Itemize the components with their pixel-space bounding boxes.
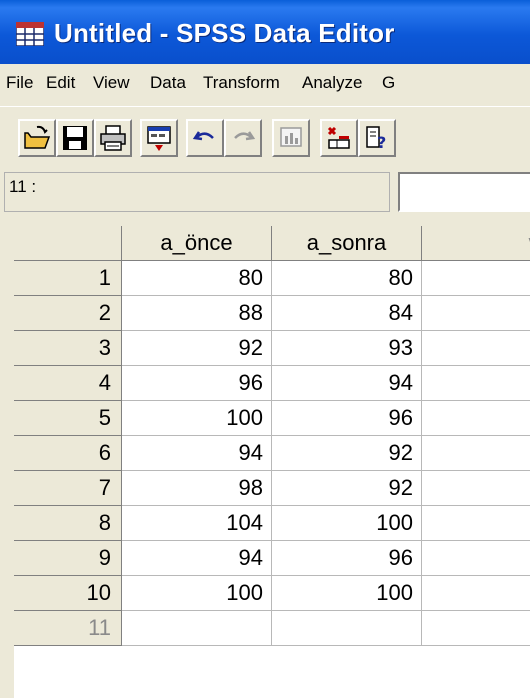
table-cell[interactable]: 96 bbox=[272, 541, 422, 576]
row-header[interactable]: 2 bbox=[14, 296, 122, 331]
insert-cases-button[interactable] bbox=[320, 119, 358, 157]
table-cell[interactable]: 92 bbox=[272, 436, 422, 471]
cell-editor-bar: 11 : bbox=[0, 164, 530, 224]
table-cell[interactable]: 94 bbox=[122, 541, 272, 576]
undo-icon bbox=[192, 131, 214, 141]
menu-data[interactable]: Data bbox=[150, 73, 186, 93]
table-cell[interactable]: 94 bbox=[272, 366, 422, 401]
row-header[interactable]: 9 bbox=[14, 541, 122, 576]
table-cell[interactable]: 96 bbox=[122, 366, 272, 401]
table-cell[interactable]: 88 bbox=[122, 296, 272, 331]
redo-button[interactable] bbox=[224, 119, 262, 157]
data-grid: a_önce a_sonra var 1 80 80 2 88 84 3 92 … bbox=[14, 226, 530, 698]
spss-grid-icon[interactable] bbox=[15, 21, 45, 47]
dialog-recall-icon bbox=[147, 126, 171, 151]
table-cell[interactable]: 84 bbox=[272, 296, 422, 331]
row-header[interactable]: 7 bbox=[14, 471, 122, 506]
row-header[interactable]: 11 bbox=[14, 611, 122, 646]
dialog-recall-button[interactable] bbox=[140, 119, 178, 157]
save-disk-icon bbox=[63, 126, 87, 150]
table-cell[interactable]: 92 bbox=[122, 331, 272, 366]
row-header[interactable]: 10 bbox=[14, 576, 122, 611]
table-cell[interactable]: 96 bbox=[272, 401, 422, 436]
table-cell[interactable] bbox=[422, 401, 530, 436]
title-bar[interactable]: Untitled - SPSS Data Editor bbox=[0, 0, 530, 64]
redo-icon bbox=[234, 131, 256, 141]
print-icon bbox=[100, 125, 126, 151]
table-cell[interactable] bbox=[422, 471, 530, 506]
table-cell[interactable] bbox=[422, 611, 530, 646]
row-header[interactable]: 4 bbox=[14, 366, 122, 401]
table-cell[interactable] bbox=[422, 261, 530, 296]
row-header[interactable]: 5 bbox=[14, 401, 122, 436]
table-cell[interactable] bbox=[422, 541, 530, 576]
table-cell[interactable] bbox=[272, 611, 422, 646]
menu-edit[interactable]: Edit bbox=[46, 73, 75, 93]
open-folder-icon bbox=[24, 125, 51, 149]
goto-chart-icon bbox=[280, 127, 302, 147]
column-header-a-once[interactable]: a_önce bbox=[122, 226, 272, 261]
svg-text:?: ? bbox=[377, 133, 386, 152]
undo-button[interactable] bbox=[186, 119, 224, 157]
table-cell[interactable] bbox=[422, 331, 530, 366]
row-header[interactable]: 6 bbox=[14, 436, 122, 471]
table-cell[interactable]: 80 bbox=[122, 261, 272, 296]
variables-help-button[interactable]: ? bbox=[358, 119, 396, 157]
table-cell[interactable]: 100 bbox=[272, 506, 422, 541]
table-cell[interactable] bbox=[422, 576, 530, 611]
table-cell[interactable]: 104 bbox=[122, 506, 272, 541]
spss-data-editor-window: Untitled - SPSS Data Editor File Edit Vi… bbox=[0, 0, 530, 698]
variables-help-icon: ? bbox=[366, 126, 386, 152]
cell-reference: 11 : bbox=[4, 172, 390, 212]
table-cell[interactable]: 93 bbox=[272, 331, 422, 366]
row-header[interactable]: 3 bbox=[14, 331, 122, 366]
table-cell[interactable] bbox=[422, 436, 530, 471]
menu-file[interactable]: File bbox=[6, 73, 33, 93]
table-cell[interactable] bbox=[422, 366, 530, 401]
row-header[interactable]: 8 bbox=[14, 506, 122, 541]
save-button[interactable] bbox=[56, 119, 94, 157]
window-title: Untitled - SPSS Data Editor bbox=[54, 18, 395, 48]
grid-corner[interactable] bbox=[14, 226, 122, 261]
toolbar: ? bbox=[0, 106, 530, 165]
cell-value-input[interactable] bbox=[398, 172, 530, 212]
column-header-var[interactable]: var bbox=[422, 226, 530, 261]
insert-cases-icon bbox=[327, 126, 350, 149]
table-cell[interactable]: 92 bbox=[272, 471, 422, 506]
table-cell[interactable] bbox=[122, 611, 272, 646]
column-header-a-sonra[interactable]: a_sonra bbox=[272, 226, 422, 261]
table-cell[interactable]: 98 bbox=[122, 471, 272, 506]
menu-graphs[interactable]: G bbox=[382, 73, 395, 93]
table-cell[interactable]: 94 bbox=[122, 436, 272, 471]
table-cell[interactable]: 80 bbox=[272, 261, 422, 296]
menu-view[interactable]: View bbox=[93, 73, 130, 93]
row-header[interactable]: 1 bbox=[14, 261, 122, 296]
table-cell[interactable]: 100 bbox=[122, 401, 272, 436]
menu-analyze[interactable]: Analyze bbox=[302, 73, 362, 93]
goto-chart-button[interactable] bbox=[272, 119, 310, 157]
menu-transform[interactable]: Transform bbox=[203, 73, 280, 93]
open-button[interactable] bbox=[18, 119, 56, 157]
table-cell[interactable] bbox=[422, 506, 530, 541]
table-cell[interactable]: 100 bbox=[122, 576, 272, 611]
table-cell[interactable] bbox=[422, 296, 530, 331]
menu-bar: File Edit View Data Transform Analyze G bbox=[0, 64, 530, 106]
print-button[interactable] bbox=[94, 119, 132, 157]
table-cell[interactable]: 100 bbox=[272, 576, 422, 611]
